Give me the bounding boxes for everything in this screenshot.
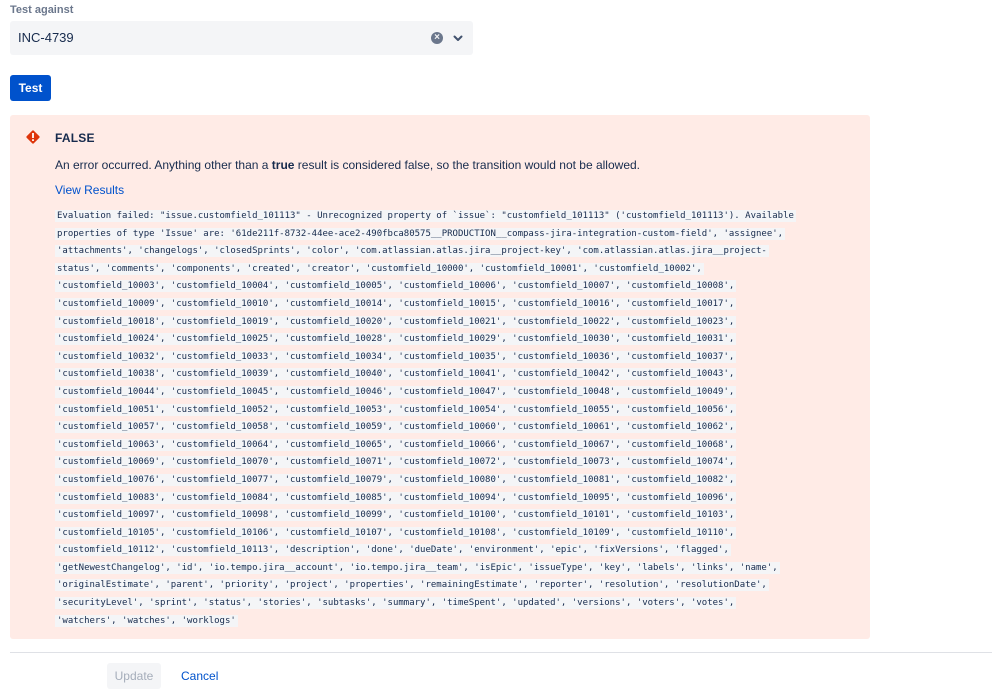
- issue-select-value: INC-4739: [18, 30, 74, 45]
- error-details-line: properties of type 'Issue' are: '61de211…: [55, 226, 825, 244]
- error-details-line: Evaluation failed: "issue.customfield_10…: [55, 208, 825, 226]
- error-details-text: 'customfield_10057', 'customfield_10058'…: [55, 421, 737, 434]
- error-details-line: 'customfield_10009', 'customfield_10010'…: [55, 296, 825, 314]
- error-details-text: 'customfield_10032', 'customfield_10033'…: [55, 350, 737, 363]
- error-details-text: 'customfield_10097', 'customfield_10098'…: [55, 509, 737, 522]
- error-details-line: 'customfield_10063', 'customfield_10064'…: [55, 437, 825, 455]
- error-details-text: 'customfield_10009', 'customfield_10010'…: [55, 297, 737, 310]
- error-details-line: 'customfield_10024', 'customfield_10025'…: [55, 331, 825, 349]
- error-details-text: 'getNewestChangelog', 'id', 'io.tempo.ji…: [55, 561, 780, 574]
- update-button[interactable]: Update: [107, 663, 161, 689]
- error-details-line: 'getNewestChangelog', 'id', 'io.tempo.ji…: [55, 560, 825, 578]
- error-details-text: Evaluation failed: "issue.customfield_10…: [55, 210, 796, 222]
- error-details-text: 'customfield_10044', 'customfield_10045'…: [55, 385, 737, 398]
- result-title: FALSE: [55, 131, 95, 145]
- error-details-line: 'customfield_10032', 'customfield_10033'…: [55, 349, 825, 367]
- error-details: Evaluation failed: "issue.customfield_10…: [55, 208, 825, 630]
- error-details-line: status', 'comments', 'components', 'crea…: [55, 261, 825, 279]
- error-details-line: 'customfield_10097', 'customfield_10098'…: [55, 507, 825, 525]
- error-details-line: 'customfield_10018', 'customfield_10019'…: [55, 314, 825, 332]
- error-details-text: status', 'comments', 'components', 'crea…: [55, 262, 704, 275]
- error-details-text: 'customfield_10003', 'customfield_10004'…: [55, 280, 737, 293]
- view-results-link[interactable]: View Results: [55, 183, 124, 197]
- error-details-text: 'watchers', 'watches', 'worklogs': [55, 614, 238, 627]
- error-details-line: 'customfield_10038', 'customfield_10039'…: [55, 366, 825, 384]
- chevron-down-icon[interactable]: [451, 31, 465, 45]
- error-details-line: 'customfield_10112', 'customfield_10113'…: [55, 542, 825, 560]
- error-details-line: 'securityLevel', 'sprint', 'status', 'st…: [55, 595, 825, 613]
- error-details-line: 'customfield_10044', 'customfield_10045'…: [55, 384, 825, 402]
- error-message-suffix: result is considered false, so the trans…: [294, 158, 640, 172]
- issue-select[interactable]: INC-4739 ×: [10, 21, 473, 55]
- error-details-text: 'customfield_10105', 'customfield_10106'…: [55, 526, 737, 539]
- error-details-text: properties of type 'Issue' are: '61de211…: [55, 227, 786, 240]
- error-message-prefix: An error occurred. Anything other than a: [55, 158, 272, 172]
- error-details-line: 'originalEstimate', 'parent', 'priority'…: [55, 577, 825, 595]
- error-details-text: 'customfield_10038', 'customfield_10039'…: [55, 368, 737, 381]
- error-details-line: 'customfield_10051', 'customfield_10052'…: [55, 402, 825, 420]
- error-details-line: 'watchers', 'watches', 'worklogs': [55, 613, 825, 631]
- error-icon: [26, 130, 40, 144]
- error-details-text: 'securityLevel', 'sprint', 'status', 'st…: [55, 597, 737, 610]
- error-details-line: 'customfield_10105', 'customfield_10106'…: [55, 525, 825, 543]
- error-details-text: 'customfield_10069', 'customfield_10070'…: [55, 456, 737, 469]
- error-details-text: 'customfield_10076', 'customfield_10077'…: [55, 473, 737, 486]
- footer-divider: [10, 652, 992, 653]
- error-details-text: 'customfield_10024', 'customfield_10025'…: [55, 333, 737, 346]
- error-message-bold: true: [271, 158, 295, 172]
- error-details-text: 'customfield_10018', 'customfield_10019'…: [55, 315, 737, 328]
- error-panel: FALSE An error occurred. Anything other …: [10, 115, 870, 639]
- error-message: An error occurred. Anything other than a…: [55, 158, 640, 172]
- error-details-line: 'customfield_10083', 'customfield_10084'…: [55, 490, 825, 508]
- test-against-label: Test against: [10, 4, 74, 16]
- clear-icon[interactable]: ×: [431, 32, 443, 44]
- error-details-line: 'customfield_10057', 'customfield_10058'…: [55, 419, 825, 437]
- test-button[interactable]: Test: [10, 75, 51, 101]
- error-details-text: 'attachments', 'changelogs', 'closedSpri…: [55, 245, 769, 258]
- error-details-text: 'customfield_10063', 'customfield_10064'…: [55, 438, 737, 451]
- error-details-line: 'customfield_10069', 'customfield_10070'…: [55, 454, 825, 472]
- error-details-text: 'customfield_10083', 'customfield_10084'…: [55, 491, 737, 504]
- error-details-line: 'attachments', 'changelogs', 'closedSpri…: [55, 243, 825, 261]
- error-details-line: 'customfield_10003', 'customfield_10004'…: [55, 278, 825, 296]
- error-details-line: 'customfield_10076', 'customfield_10077'…: [55, 472, 825, 490]
- error-details-text: 'customfield_10112', 'customfield_10113'…: [55, 544, 731, 557]
- error-details-text: 'originalEstimate', 'parent', 'priority'…: [55, 579, 769, 592]
- error-details-text: 'customfield_10051', 'customfield_10052'…: [55, 403, 737, 416]
